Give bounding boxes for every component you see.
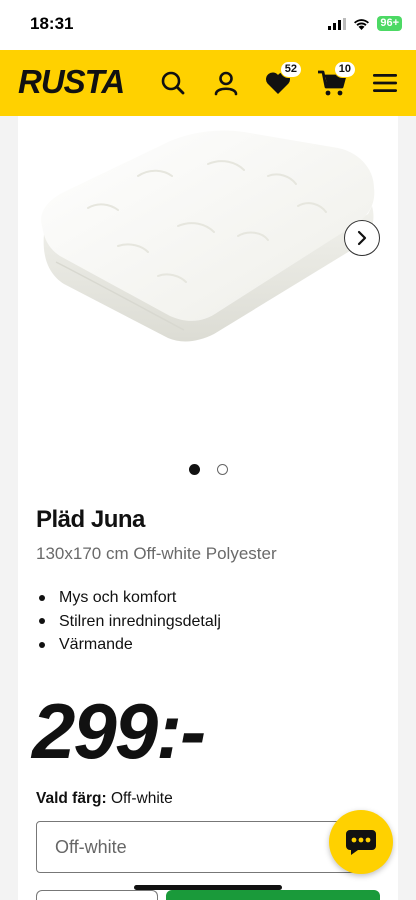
- account-button[interactable]: [210, 67, 242, 99]
- signal-icon: [328, 17, 347, 30]
- chat-icon: [346, 830, 376, 855]
- status-icons: 96+: [328, 16, 402, 31]
- cart-button[interactable]: 10: [316, 61, 356, 99]
- favorites-button[interactable]: 52: [262, 61, 302, 99]
- home-indicator: [134, 885, 282, 890]
- status-bar: 18:31 96+: [0, 0, 416, 50]
- add-to-cart-button[interactable]: [166, 890, 380, 900]
- product-features: Mys och komfort Stilren inredningsdetalj…: [36, 586, 221, 657]
- quantity-selector[interactable]: [36, 890, 158, 900]
- selected-color-value: Off-white: [110, 790, 173, 807]
- rusta-logo[interactable]: RUSTA: [18, 64, 125, 100]
- product-image-gallery[interactable]: [18, 116, 398, 451]
- pagination-dot[interactable]: [216, 464, 228, 475]
- search-button[interactable]: [157, 67, 189, 99]
- account-icon: [214, 71, 238, 96]
- status-time: 18:31: [30, 14, 74, 33]
- favorites-count-badge: 52: [279, 61, 302, 78]
- menu-button[interactable]: [369, 67, 401, 99]
- battery-indicator: 96+: [377, 16, 402, 31]
- feature-item: Mys och komfort: [36, 586, 221, 610]
- feature-item: Stilren inredningsdetalj: [36, 610, 221, 634]
- chevron-right-icon: [357, 230, 367, 246]
- wifi-icon: [354, 18, 370, 30]
- gallery-pagination: [18, 464, 398, 475]
- site-header: RUSTA 52 10: [0, 50, 416, 116]
- product-price: 299:-: [32, 687, 206, 775]
- search-icon: [161, 71, 185, 95]
- chat-button[interactable]: [329, 810, 393, 874]
- color-label-prefix: Vald färg:: [36, 790, 107, 807]
- product-card: Pläd Juna 130x170 cm Off-white Polyester…: [18, 116, 398, 900]
- selected-color-label: Vald färg: Off-white: [36, 790, 173, 808]
- product-image: [41, 130, 375, 342]
- cart-count-badge: 10: [333, 61, 356, 78]
- color-select[interactable]: Off-white: [36, 821, 366, 873]
- pagination-dot-active[interactable]: [188, 464, 200, 475]
- product-title: Pläd Juna: [36, 506, 145, 533]
- product-subtitle: 130x170 cm Off-white Polyester: [36, 544, 277, 563]
- next-image-button[interactable]: [344, 220, 380, 256]
- color-select-value: Off-white: [55, 836, 127, 857]
- feature-item: Värmande: [36, 633, 221, 657]
- menu-icon: [373, 74, 397, 92]
